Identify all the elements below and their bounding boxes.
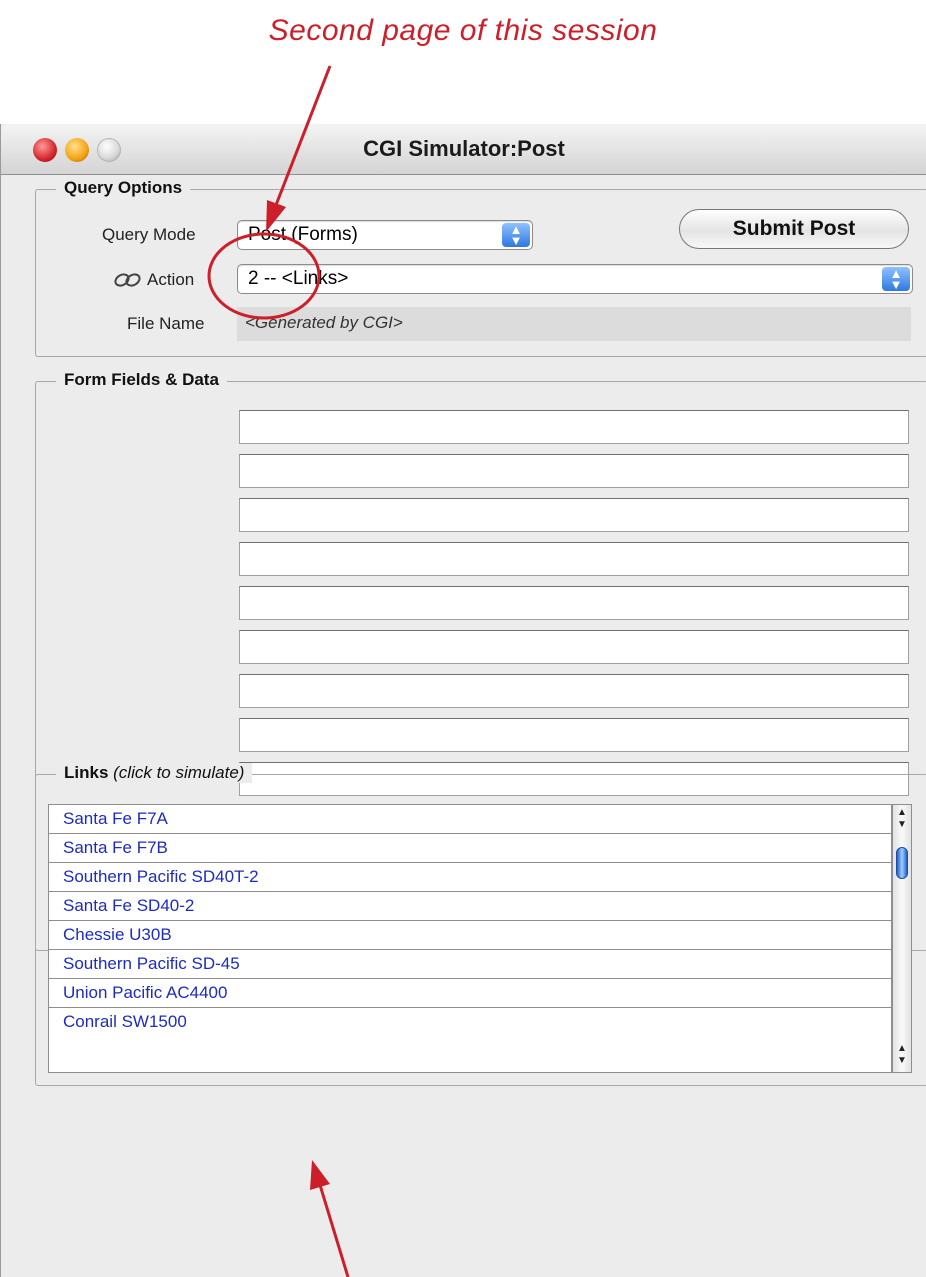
link-item[interactable]: Santa Fe F7A bbox=[49, 805, 891, 834]
window-titlebar[interactable]: CGI Simulator:Post bbox=[1, 124, 926, 175]
file-name-label: File Name bbox=[127, 314, 205, 333]
window-title: CGI Simulator:Post bbox=[363, 136, 565, 161]
query-mode-popup[interactable]: Post (Forms) ▲ ▼ bbox=[237, 220, 533, 250]
form-field-3[interactable] bbox=[239, 498, 909, 532]
submit-post-button[interactable]: Submit Post bbox=[679, 209, 909, 249]
query-mode-label: Query Mode bbox=[102, 225, 196, 244]
form-field-8[interactable] bbox=[239, 718, 909, 752]
link-item[interactable]: Santa Fe SD40-2 bbox=[49, 892, 891, 921]
links-hint: (click to simulate) bbox=[113, 763, 245, 782]
form-field-7[interactable] bbox=[239, 674, 909, 708]
action-label: Action bbox=[147, 270, 195, 289]
link-item[interactable]: Southern Pacific SD40T-2 bbox=[49, 863, 891, 892]
link-item[interactable]: Chessie U30B bbox=[49, 921, 891, 950]
link-chain-icon bbox=[114, 273, 141, 287]
link-item[interactable]: Southern Pacific SD-45 bbox=[49, 950, 891, 979]
link-item[interactable]: Santa Fe F7B bbox=[49, 834, 891, 863]
links-scrollbar[interactable]: ▲ ▼ ▲ ▼ bbox=[892, 804, 912, 1073]
form-field-1[interactable] bbox=[239, 410, 909, 444]
popup-arrows-icon: ▲ ▼ bbox=[882, 267, 910, 291]
file-name-field: <Generated by CGI> bbox=[237, 307, 911, 341]
action-popup[interactable]: 2 -- <Links> ▲ ▼ bbox=[237, 264, 913, 294]
link-item[interactable]: Union Pacific AC4400 bbox=[49, 979, 891, 1008]
links-list: Santa Fe F7A Santa Fe F7B Southern Pacif… bbox=[48, 804, 892, 1073]
links-title: Links bbox=[64, 763, 109, 782]
scroll-up-arrow-icon[interactable]: ▲ ▼ bbox=[893, 807, 911, 831]
query-mode-value: Post (Forms) bbox=[248, 224, 358, 245]
scroll-down-arrow-icon[interactable]: ▲ ▼ bbox=[893, 1043, 911, 1067]
query-options-label: Query Options bbox=[56, 178, 191, 198]
form-fields-label: Form Fields & Data bbox=[56, 370, 227, 390]
scroll-thumb[interactable] bbox=[896, 847, 908, 879]
link-item[interactable]: Conrail SW1500 bbox=[49, 1008, 891, 1037]
action-value: 2 -- <Links> bbox=[248, 268, 349, 289]
form-field-6[interactable] bbox=[239, 630, 909, 664]
form-field-4[interactable] bbox=[239, 542, 909, 576]
links-label: Links (click to simulate) bbox=[56, 763, 253, 783]
popup-arrows-icon: ▲ ▼ bbox=[502, 223, 530, 247]
cgi-simulator-window: CGI Simulator:Post Query Options Query M… bbox=[0, 124, 926, 1277]
form-field-2[interactable] bbox=[239, 454, 909, 488]
form-field-5[interactable] bbox=[239, 586, 909, 620]
annotation-caption: Second page of this session bbox=[268, 14, 658, 47]
